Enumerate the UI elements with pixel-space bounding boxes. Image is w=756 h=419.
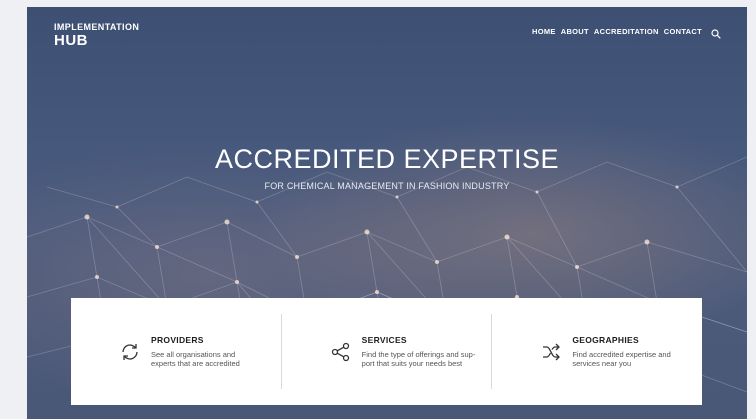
- logo-line-2: HUB: [54, 32, 88, 49]
- card-description: Find accredited expertise and services n…: [572, 350, 671, 368]
- site-logo[interactable]: IMPLEMENTATION HUB: [54, 22, 140, 49]
- share-icon: [330, 341, 352, 363]
- card-providers[interactable]: PROVIDERS See all organisations and expe…: [71, 314, 281, 389]
- card-geographies[interactable]: GEOGRAPHIES Find accredited expertise an…: [491, 314, 702, 389]
- feature-cards: PROVIDERS See all organisations and expe…: [71, 298, 702, 405]
- nav-contact[interactable]: CONTACT: [664, 27, 702, 36]
- search-icon[interactable]: [711, 26, 721, 39]
- shuffle-icon: [540, 341, 562, 363]
- hero-subtitle: FOR CHEMICAL MANAGEMENT IN FASHION INDUS…: [264, 181, 510, 191]
- main-nav: HOME ABOUT ACCREDITATION CONTACT: [532, 26, 721, 39]
- card-description: See all organisations and experts that a…: [151, 350, 240, 368]
- card-title: SERVICES: [361, 335, 407, 345]
- nav-about[interactable]: ABOUT: [561, 27, 589, 36]
- card-title: PROVIDERS: [151, 335, 204, 345]
- logo-line-1: IMPLEMENTATION: [54, 22, 140, 32]
- card-title: GEOGRAPHIES: [572, 335, 639, 345]
- card-services[interactable]: SERVICES Find the type of offerings and …: [280, 314, 492, 389]
- card-description: Find the type of offerings and sup- port…: [361, 350, 476, 368]
- nav-accreditation[interactable]: ACCREDITATION: [594, 27, 659, 36]
- refresh-icon: [119, 341, 141, 363]
- nav-home[interactable]: HOME: [532, 27, 556, 36]
- hero-title: ACCREDITED EXPERTISE: [214, 144, 560, 174]
